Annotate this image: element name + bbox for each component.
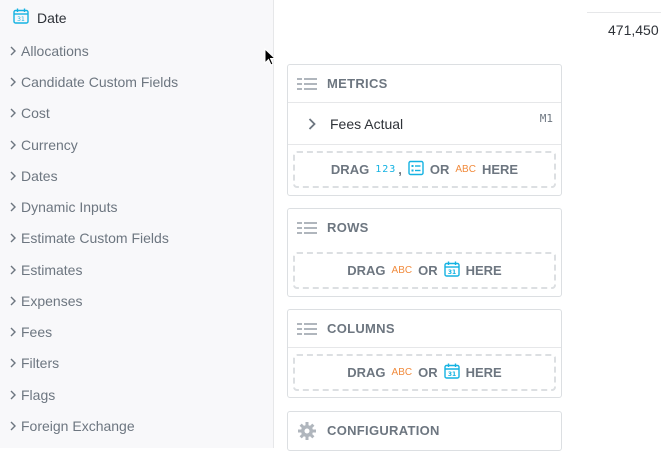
metrics-icon	[297, 77, 317, 91]
chevron-right-icon	[8, 291, 17, 311]
folder-label: Candidate Custom Fields	[21, 74, 179, 90]
rows-dropzone-wrap: DRAG ABC OR 31 HERE	[288, 246, 561, 295]
abc-icon: ABC	[391, 265, 413, 276]
chevron-right-icon	[8, 72, 17, 92]
folder-item[interactable]: Currency	[8, 135, 78, 155]
calendar-icon: 31	[443, 261, 460, 280]
rows-header: ROWS	[288, 209, 561, 246]
folder-item[interactable]: Expenses	[8, 291, 82, 311]
attribute-list-icon	[408, 160, 424, 179]
drag-label: DRAG	[330, 162, 370, 177]
chevron-right-icon	[8, 166, 17, 186]
rows-bucket: ROWS DRAG ABC OR 31 HERE	[287, 208, 562, 297]
chevron-right-icon	[8, 135, 17, 155]
date-label: Date	[37, 10, 67, 26]
metric-sequence-id: M1	[539, 112, 553, 125]
configuration-bucket[interactable]: CONFIGURATION	[287, 411, 562, 451]
columns-header: COLUMNS	[288, 310, 561, 347]
folder-label: Cost	[21, 105, 50, 121]
comma-text: ,	[398, 162, 402, 177]
folder-item[interactable]: Fees	[8, 322, 52, 342]
folder-label: Currency	[21, 137, 78, 153]
chevron-right-icon	[8, 322, 17, 342]
configuration-header[interactable]: CONFIGURATION	[288, 412, 561, 449]
svg-text:31: 31	[447, 371, 455, 378]
folder-item[interactable]: Cost	[8, 103, 50, 123]
calendar-icon: 31	[13, 8, 29, 29]
chevron-right-icon	[8, 228, 17, 248]
preview-divider	[587, 12, 661, 13]
folder-label: Flags	[21, 387, 56, 403]
folder-item[interactable]: Allocations	[8, 41, 89, 61]
chevron-right-icon[interactable]	[308, 117, 318, 130]
svg-text:31: 31	[17, 16, 25, 23]
preview-value: 471,450	[608, 22, 659, 38]
chevron-right-icon	[8, 260, 17, 280]
chevron-right-icon	[8, 197, 17, 217]
folder-label: Estimates	[21, 262, 83, 278]
folder-item[interactable]: Candidate Custom Fields	[8, 72, 178, 92]
folder-label: Allocations	[21, 43, 89, 59]
columns-bucket: COLUMNS DRAG ABC OR 31 HERE	[287, 309, 562, 398]
number-icon: 123	[375, 164, 397, 175]
folder-label: Dynamic Inputs	[21, 199, 118, 215]
folder-item[interactable]: Dates	[8, 166, 58, 186]
mouse-cursor-icon	[264, 47, 277, 71]
chevron-right-icon	[8, 416, 17, 436]
chevron-right-icon	[8, 103, 17, 123]
chevron-right-icon	[8, 385, 17, 405]
folder-item[interactable]: Foreign Exchange	[8, 416, 135, 436]
rows-icon	[297, 221, 317, 235]
columns-dropzone[interactable]: DRAG ABC OR 31 HERE	[293, 354, 556, 391]
or-text: OR	[429, 162, 450, 177]
calendar-icon: 31	[443, 363, 460, 382]
folder-item[interactable]: Dynamic Inputs	[8, 197, 117, 217]
here-text: HERE	[465, 365, 502, 380]
or-text: OR	[418, 365, 438, 380]
catalog-sidebar: 31 Date Allocations Candidate Custom Fiel…	[0, 0, 274, 448]
abc-icon: ABC	[455, 164, 476, 175]
columns-title: COLUMNS	[327, 321, 395, 336]
columns-dropzone-wrap: DRAG ABC OR 31 HERE	[288, 347, 561, 397]
folder-label: Estimate Custom Fields	[21, 230, 169, 246]
folder-item[interactable]: Flags	[8, 385, 55, 405]
folder-label: Expenses	[21, 293, 83, 309]
folder-label: Foreign Exchange	[21, 418, 135, 434]
metrics-title: METRICS	[327, 76, 388, 91]
abc-icon: ABC	[391, 367, 413, 378]
date-dataset[interactable]: 31 Date	[13, 7, 67, 29]
folder-item[interactable]: Estimate Custom Fields	[8, 228, 169, 248]
metrics-dropzone[interactable]: DRAG 123 , OR ABC HERE	[293, 151, 556, 188]
metric-item-fees-actual[interactable]: Fees Actual M1	[288, 102, 561, 144]
folder-item[interactable]: Estimates	[8, 260, 82, 280]
metrics-header: METRICS	[288, 65, 561, 102]
drag-label: DRAG	[347, 263, 386, 278]
metric-item-label: Fees Actual	[330, 115, 404, 132]
or-text: OR	[418, 263, 438, 278]
folder-label: Dates	[21, 168, 58, 184]
drag-label: DRAG	[347, 365, 386, 380]
folder-label: Fees	[21, 324, 53, 340]
rows-dropzone[interactable]: DRAG ABC OR 31 HERE	[293, 252, 556, 289]
configuration-title: CONFIGURATION	[327, 423, 440, 438]
here-text: HERE	[465, 263, 502, 278]
metrics-bucket: METRICS Fees Actual M1 DRAG 123 , OR ABC…	[287, 64, 562, 196]
chevron-right-icon	[8, 353, 17, 373]
folder-item[interactable]: Filters	[8, 353, 59, 373]
svg-text:31: 31	[447, 269, 455, 276]
columns-icon	[297, 322, 317, 336]
here-text: HERE	[481, 162, 519, 177]
rows-title: ROWS	[327, 220, 369, 235]
chevron-right-icon	[8, 41, 17, 61]
gear-icon	[297, 421, 317, 441]
folder-label: Filters	[21, 355, 60, 371]
metrics-dropzone-wrap: DRAG 123 , OR ABC HERE	[288, 144, 561, 194]
